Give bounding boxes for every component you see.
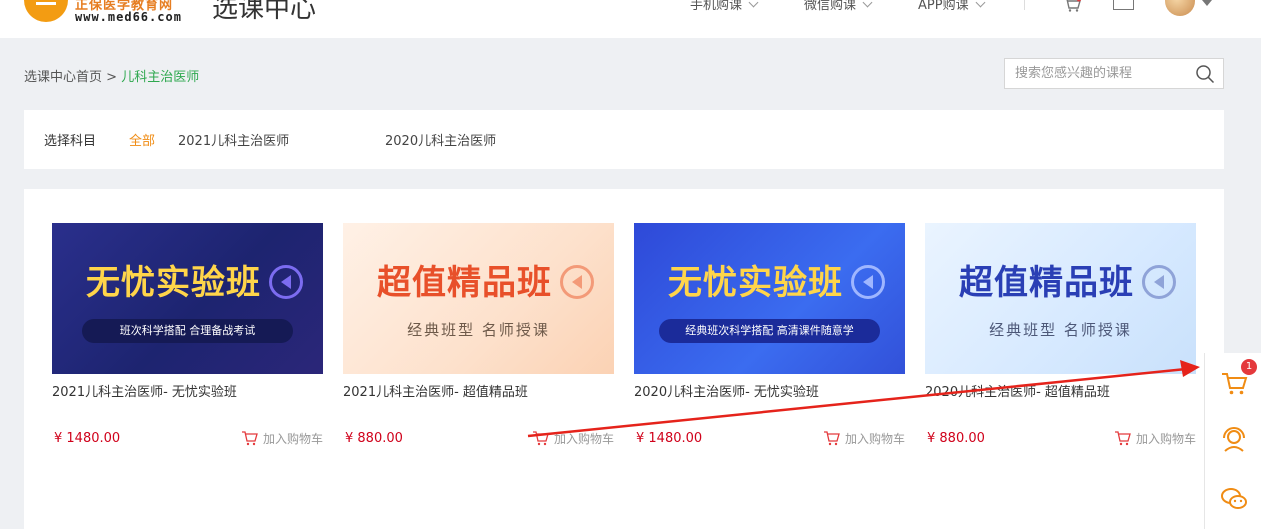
customer-service-icon[interactable] bbox=[1219, 424, 1249, 454]
cart-icon bbox=[823, 431, 840, 446]
add-to-cart-button[interactable]: 加入购物车 bbox=[1114, 430, 1196, 447]
search-icon[interactable] bbox=[1195, 64, 1215, 84]
nav-app-purchase[interactable]: APP购课 bbox=[918, 0, 986, 13]
breadcrumb: 选课中心首页 > 儿科主治医师 bbox=[24, 66, 199, 85]
course-card[interactable]: 无忧实验班 经典班次科学搭配 高清课件随意学 2020儿科主治医师- 无忧实验班… bbox=[634, 223, 905, 453]
subject-filter: 选择科目 全部 2021儿科主治医师 2020儿科主治医师 bbox=[24, 110, 1224, 169]
course-banner[interactable]: 超值精品班 经典班型 名师授课 bbox=[343, 223, 614, 374]
cart-badge: 1 bbox=[1241, 359, 1257, 375]
play-icon bbox=[851, 265, 885, 299]
logo-url[interactable]: www.med66.com bbox=[75, 10, 182, 24]
course-price: ¥ 880.00 bbox=[345, 431, 403, 446]
filter-option-all[interactable]: 全部 bbox=[129, 130, 155, 149]
course-banner[interactable]: 无忧实验班 班次科学搭配 合理备战考试 bbox=[52, 223, 323, 374]
course-banner[interactable]: 超值精品班 经典班型 名师授课 bbox=[925, 223, 1196, 374]
floating-toolbar: 1 bbox=[1204, 353, 1261, 529]
chevron-down-icon bbox=[748, 0, 759, 8]
course-grid: 无忧实验班 班次科学搭配 合理备战考试 2021儿科主治医师- 无忧实验班 ¥ … bbox=[24, 189, 1224, 529]
course-card[interactable]: 无忧实验班 班次科学搭配 合理备战考试 2021儿科主治医师- 无忧实验班 ¥ … bbox=[52, 223, 323, 453]
course-title[interactable]: 2021儿科主治医师- 超值精品班 bbox=[343, 381, 528, 400]
search-box bbox=[1004, 58, 1224, 89]
add-to-cart-button[interactable]: 加入购物车 bbox=[241, 430, 323, 447]
course-price: ¥ 880.00 bbox=[927, 431, 985, 446]
top-header: 正保医学教育网 www.med66.com 选课中心 手机购课 微信购课 APP… bbox=[0, 0, 1261, 38]
search-input[interactable] bbox=[1005, 59, 1185, 88]
message-icon[interactable] bbox=[1113, 0, 1134, 10]
breadcrumb-home[interactable]: 选课中心首页 bbox=[24, 70, 102, 85]
filter-label: 选择科目 bbox=[44, 134, 97, 149]
course-banner[interactable]: 无忧实验班 经典班次科学搭配 高清课件随意学 bbox=[634, 223, 905, 374]
course-price: ¥ 1480.00 bbox=[636, 431, 703, 446]
course-price: ¥ 1480.00 bbox=[54, 431, 121, 446]
course-title[interactable]: 2020儿科主治医师- 无忧实验班 bbox=[634, 381, 819, 400]
cart-icon[interactable] bbox=[1063, 0, 1081, 12]
nav-mobile-purchase[interactable]: 手机购课 bbox=[690, 0, 759, 13]
add-to-cart-button[interactable]: 加入购物车 bbox=[823, 430, 905, 447]
course-title[interactable]: 2021儿科主治医师- 无忧实验班 bbox=[52, 381, 237, 400]
play-icon bbox=[560, 265, 594, 299]
filter-option-2020[interactable]: 2020儿科主治医师 bbox=[385, 130, 496, 149]
cart-icon bbox=[241, 431, 258, 446]
breadcrumb-separator: > bbox=[106, 70, 118, 85]
logo-icon[interactable] bbox=[24, 0, 68, 22]
course-card[interactable]: 超值精品班 经典班型 名师授课 2021儿科主治医师- 超值精品班 ¥ 880.… bbox=[343, 223, 614, 453]
add-to-cart-button[interactable]: 加入购物车 bbox=[532, 430, 614, 447]
nav-divider bbox=[1024, 0, 1025, 10]
caret-down-icon[interactable] bbox=[1202, 0, 1212, 6]
course-card[interactable]: 超值精品班 经典班型 名师授课 2020儿科主治医师- 超值精品班 ¥ 880.… bbox=[925, 223, 1196, 453]
nav-wechat-purchase[interactable]: 微信购课 bbox=[804, 0, 873, 13]
breadcrumb-current: 儿科主治医师 bbox=[121, 70, 200, 85]
page-title: 选课中心 bbox=[212, 0, 317, 24]
play-icon bbox=[1142, 265, 1176, 299]
chevron-down-icon bbox=[975, 0, 986, 8]
wechat-icon[interactable] bbox=[1219, 484, 1249, 514]
avatar[interactable] bbox=[1165, 0, 1195, 16]
filter-option-2021[interactable]: 2021儿科主治医师 bbox=[178, 130, 289, 149]
play-icon bbox=[269, 265, 303, 299]
course-title[interactable]: 2020儿科主治医师- 超值精品班 bbox=[925, 381, 1110, 400]
cart-icon bbox=[532, 431, 549, 446]
cart-icon bbox=[1114, 431, 1131, 446]
chevron-down-icon bbox=[862, 0, 873, 8]
